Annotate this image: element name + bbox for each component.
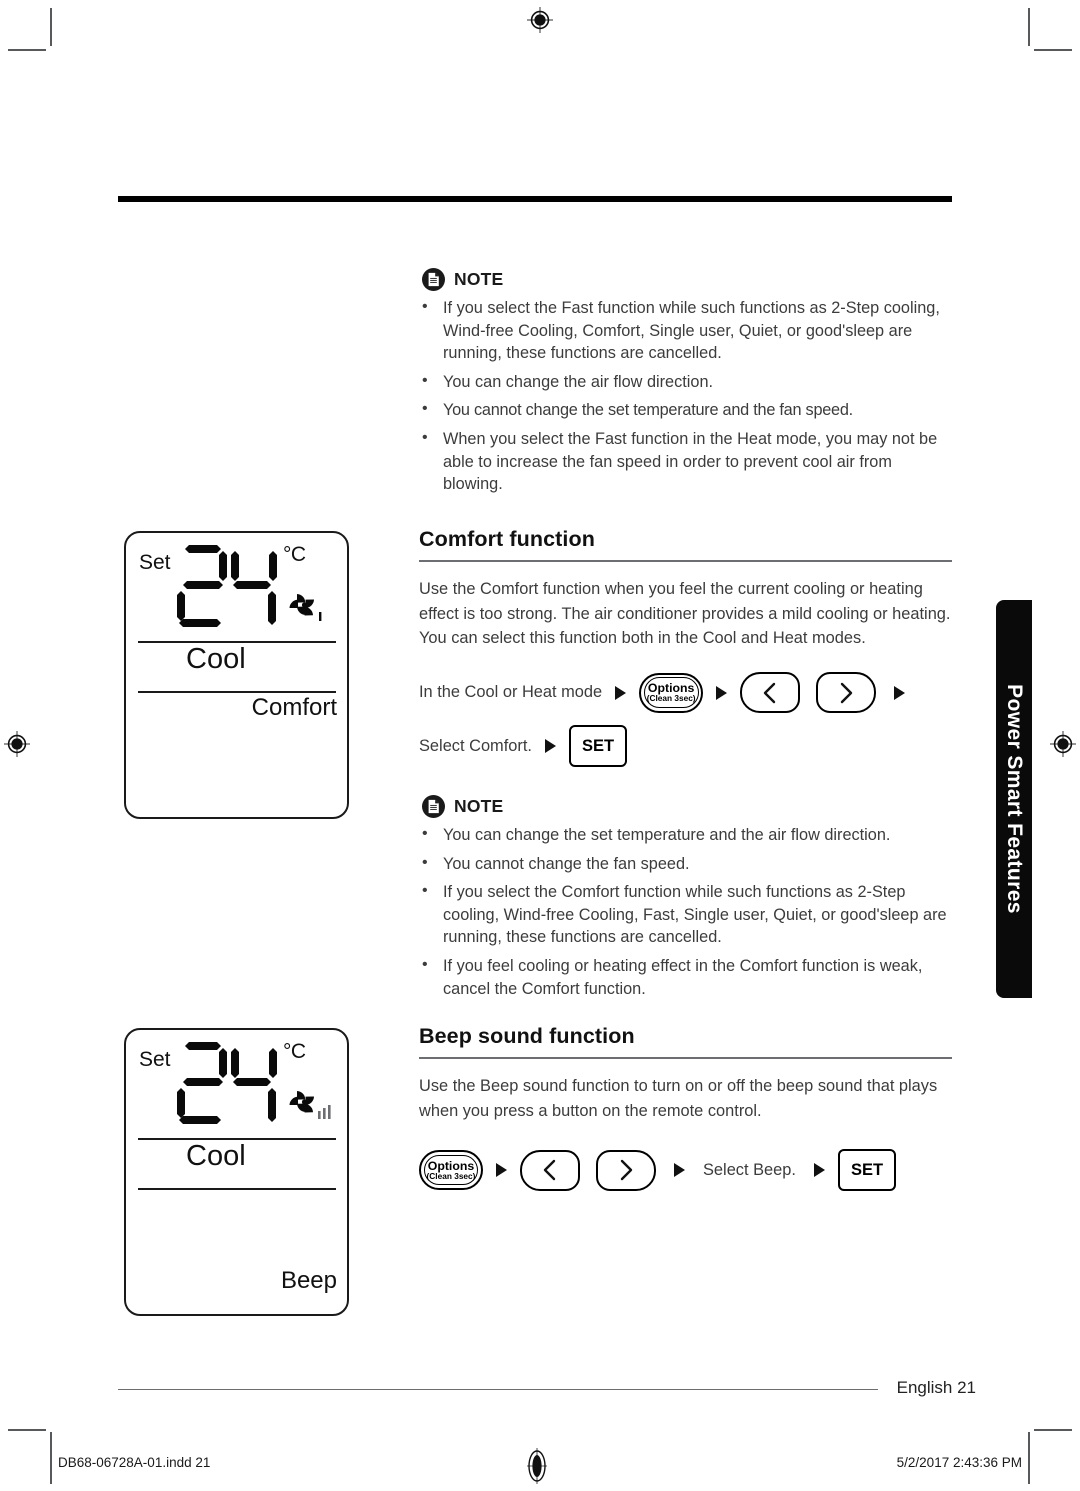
display-unit: °C [283,1040,306,1063]
note-list-2: You can change the set temperature and t… [415,823,963,1006]
set-button[interactable]: SET [568,725,628,767]
note-item: If you select the Comfort function while… [415,880,963,949]
section-title-beep: Beep sound function [419,1024,635,1048]
display-divider-bottom [138,1188,336,1190]
nav-left-button[interactable] [740,672,801,713]
beep-step-row-1: Options (Clean 3sec) Select Beep. SET [419,1149,897,1191]
beep-step-select-text: Select Beep. [703,1160,796,1179]
side-tab-power-smart-features: Power Smart Features [996,600,1032,998]
crop-mark-bottom-left-h [8,1429,46,1431]
section-body-beep: Use the Beep sound function to turn on o… [419,1077,938,1120]
display-temperature [175,1036,285,1139]
arrow-icon [716,685,728,700]
header-rule [118,196,952,202]
source-file-label: DB68-06728A-01.indd 21 [58,1455,211,1470]
display-mode: Cool [186,1140,246,1172]
section-rule-beep [419,1057,952,1059]
display-temperature [175,539,285,642]
display-divider-bottom [138,691,336,693]
arrow-icon [894,685,906,700]
comfort-step-select-text: Select Comfort. [419,736,532,755]
nav-right-button[interactable] [816,672,877,713]
side-tab-label: Power Smart Features [1003,684,1027,914]
crop-mark-top-left-v [50,8,52,46]
section-title-comfort: Comfort function [419,527,595,551]
chevron-right-icon [840,682,853,703]
chevron-left-icon [763,682,776,703]
nav-left-button[interactable] [520,1149,580,1191]
display-status: Beep [280,1267,337,1294]
note-header-2: NOTE [422,795,503,818]
note-item: You can change the set temperature and t… [415,823,963,847]
nav-right-button[interactable] [596,1149,656,1191]
crop-mark-top-left-h [8,49,46,51]
note-item: When you select the Fast function in the… [415,427,955,496]
registration-mark-bottom [527,1448,547,1484]
comfort-step-lead-text: In the Cool or Heat mode [419,683,603,701]
timestamp-label: 5/2/2017 2:43:36 PM [896,1455,1022,1470]
note-label-1: NOTE [454,269,504,289]
chevron-left-icon [543,1159,556,1181]
meta-divider-left [50,1432,52,1484]
note-item: You cannot change the set temperature an… [415,398,955,422]
crop-mark-bottom-right-h [1034,1429,1072,1431]
document-note-icon [422,268,445,291]
meta-divider-right [1028,1432,1030,1484]
fan-icon [281,588,329,635]
options-button-sublabel: (Clean 3sec) [646,693,696,703]
note-item: If you select the Fast function while su… [415,296,955,365]
note-item: You cannot change the fan speed. [415,852,963,876]
display-status: Comfort [251,694,337,721]
document-note-icon [422,795,445,818]
arrow-icon [813,1163,825,1177]
fan-speed-bars [318,1105,331,1119]
note-item: If you feel cooling or heating effect in… [415,954,963,1000]
options-button[interactable]: Options (Clean 3sec) [639,672,704,713]
fan-icon [281,1085,337,1132]
registration-mark-top [527,7,553,33]
chevron-right-icon [620,1159,633,1181]
note-header-1: NOTE [422,268,503,291]
crop-mark-top-right-h [1034,49,1072,51]
comfort-display-panel: Set °C Cool Comfort [124,531,349,819]
arrow-icon [674,1163,685,1177]
section-rule-comfort [419,560,952,562]
arrow-icon [496,1163,507,1177]
display-set-label: Set [139,551,171,574]
section-body-comfort: Use the Comfort function when you feel t… [419,580,951,647]
comfort-step-row-1: In the Cool or Heat mode Options (Clean … [419,672,906,713]
beep-display-panel: Set °C Cool Beep [124,1028,349,1316]
page-number: English 21 [896,1378,976,1397]
note-label-2: NOTE [454,796,504,816]
registration-mark-right [1050,731,1076,757]
display-mode: Cool [186,643,246,675]
options-button-label: Options [427,1158,475,1173]
footer-rule [118,1389,878,1391]
registration-mark-left [4,731,30,757]
comfort-step-row-2: Select Comfort. SET [419,725,628,767]
arrow-icon [544,739,556,753]
display-unit: °C [283,543,306,566]
options-button[interactable]: Options (Clean 3sec) [419,1150,483,1190]
options-button-sublabel: (Clean 3sec) [426,1170,476,1181]
note-list-1: If you select the Fast function while su… [415,296,955,502]
crop-mark-top-right-v [1028,8,1030,46]
arrow-icon [615,685,627,700]
set-button[interactable]: SET [837,1149,897,1191]
display-set-label: Set [139,1048,171,1071]
manual-page: NOTE If you select the Fast function whi… [0,0,1080,1491]
note-item: You can change the air flow direction. [415,370,955,394]
